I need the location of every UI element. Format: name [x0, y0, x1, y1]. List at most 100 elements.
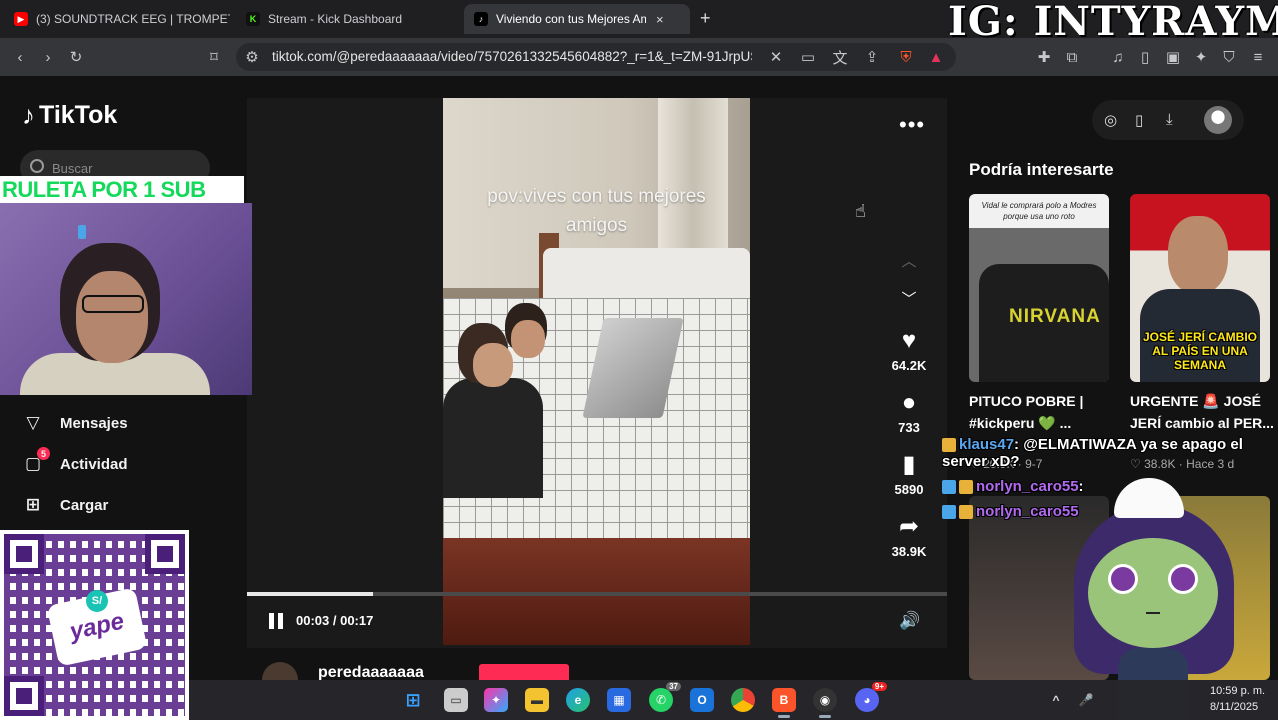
bookmark-button[interactable]: ▮ 5890	[885, 450, 933, 497]
profile-avatar[interactable]	[1204, 106, 1232, 134]
download-icon[interactable]: ⤓	[1166, 111, 1173, 128]
back-icon[interactable]: ‹	[10, 47, 30, 67]
url-text: tiktok.com/@peredaaaaaaa/video/757026133…	[272, 49, 752, 64]
file-explorer-icon[interactable]: ▬	[525, 688, 549, 712]
webcam-glasses	[82, 295, 144, 313]
wallet-icon[interactable]: ▣	[1163, 47, 1183, 67]
send-icon: ▽	[26, 413, 40, 432]
crown-badge-icon	[959, 479, 973, 494]
obs-icon[interactable]: ◉	[813, 688, 837, 718]
author-name[interactable]: peredaaaaaaa	[318, 664, 424, 680]
bookmark-page-icon[interactable]: ⌑	[204, 47, 224, 67]
forward-icon[interactable]: ›	[38, 47, 58, 67]
suggestion-thumbnail[interactable]: JOSÉ JERÍ CAMBIO AL PAÍS EN UNA SEMANA	[1130, 194, 1270, 382]
suggestion-thumbnail[interactable]: Vidal le comprará polo a Modres porque u…	[969, 194, 1109, 382]
bookmark-count: 5890	[894, 482, 924, 497]
video-frame[interactable]: pov:vives con tus mejores amigos	[443, 98, 750, 645]
like-button[interactable]: ♥ 64.2K	[885, 326, 933, 373]
new-tab-button[interactable]: +	[700, 8, 711, 29]
qr-finder	[4, 676, 44, 716]
active-indicator	[819, 715, 831, 718]
translate-off-icon[interactable]: ✕	[766, 47, 786, 67]
more-options-icon[interactable]: •••	[899, 112, 925, 138]
close-tab-icon[interactable]: ×	[656, 12, 664, 27]
tab-tiktok[interactable]: ♪ Viviendo con tus Mejores Am ×	[464, 4, 690, 34]
video-progress-bar[interactable]	[247, 592, 947, 596]
thumbnail-text: Vidal le comprará polo a Modres porque u…	[981, 201, 1097, 221]
brave-rewards-icon[interactable]: ▲	[926, 47, 946, 67]
extensions-icon[interactable]: ✚	[1034, 47, 1054, 67]
show-hidden-icons[interactable]: ^	[1044, 688, 1068, 712]
menu-icon[interactable]: ≡	[1248, 47, 1268, 67]
comment-button[interactable]: ● 733	[885, 388, 933, 435]
nav-mensajes[interactable]: ▽ Mensajes	[22, 412, 127, 434]
pause-button[interactable]	[269, 613, 287, 629]
kick-icon: K	[246, 12, 260, 26]
tab-youtube[interactable]: ▶ (3) SOUNDTRACK EEG | TROMPETAS	[4, 4, 230, 34]
webcam-phone	[78, 225, 86, 239]
cast-icon[interactable]: ▭	[798, 47, 818, 67]
tab-kick[interactable]: K Stream - Kick Dashboard	[236, 4, 462, 34]
store-icon[interactable]: ▦	[607, 688, 631, 712]
address-bar[interactable]: ⚙ tiktok.com/@peredaaaaaaa/video/7570261…	[236, 43, 956, 71]
tiktok-logo[interactable]: ♪ TikTok	[22, 100, 117, 131]
suggestion-caption[interactable]: URGENTE 🚨 JOSÉ JERÍ cambio al PER...	[1130, 390, 1275, 434]
copilot-icon[interactable]: ✦	[484, 688, 508, 712]
sword-badge-icon	[942, 504, 956, 519]
leo-icon[interactable]: ✦	[1191, 47, 1211, 67]
nav-actividad[interactable]: ▢ 5 Actividad	[22, 447, 128, 475]
caption-line: #kickperu 💚 ...	[969, 415, 1072, 431]
microphone-icon[interactable]: 🎤	[1074, 688, 1098, 712]
youtube-icon: ▶	[14, 12, 28, 26]
chat-text: : @ELMATIWAZA ya se apago el	[1014, 436, 1243, 453]
suggestion-caption[interactable]: PITUCO POBRE | #kickperu 💚 ...	[969, 390, 1114, 434]
qr-finder	[4, 534, 44, 574]
yape-qr-code: yape S/	[0, 530, 189, 720]
discord-icon[interactable]: ◕ 9+	[855, 682, 887, 712]
previous-video-icon[interactable]: ︿	[899, 250, 919, 271]
reload-icon[interactable]: ↻	[66, 47, 86, 67]
webcam-face	[76, 271, 148, 363]
discord-badge: 9+	[871, 682, 887, 691]
sidebar-icon[interactable]: ▯	[1135, 47, 1155, 67]
author-avatar[interactable]	[262, 662, 298, 680]
next-video-icon[interactable]: ﹀	[899, 288, 919, 309]
site-settings-icon[interactable]: ⚙	[242, 47, 262, 67]
vpn-icon[interactable]: ⛉	[1219, 47, 1239, 67]
media-icon[interactable]: ♫	[1108, 47, 1128, 67]
video-time: 00:03 / 00:17	[296, 613, 374, 628]
vtuber-mouth	[1146, 606, 1160, 614]
video-scene-person	[473, 343, 513, 387]
share-button[interactable]: ➦ 38.9K	[885, 512, 933, 559]
active-indicator	[778, 715, 790, 718]
share-page-icon[interactable]: ⇪	[862, 47, 882, 67]
coins-icon[interactable]: ◎	[1104, 111, 1117, 129]
nav-cargar[interactable]: ⊞ Cargar	[22, 494, 108, 516]
mobile-icon[interactable]: ▯	[1135, 111, 1143, 129]
search-placeholder: Buscar	[52, 160, 93, 176]
chrome-icon[interactable]	[731, 688, 755, 712]
start-icon[interactable]: ⊞	[401, 688, 425, 712]
author-row: peredaaaaaaa	[262, 662, 582, 680]
screenshot-icon[interactable]: ⧉	[1062, 47, 1082, 67]
task-view-icon[interactable]: ▭	[444, 688, 468, 712]
video-player[interactable]: pov:vives con tus mejores amigos ••• ☝ ︿…	[247, 98, 947, 648]
brave-shield-icon[interactable]: ⛨	[896, 47, 916, 67]
ruleta-overlay: RULETA POR 1 SUB	[0, 176, 244, 203]
comment-count: 733	[898, 420, 920, 435]
outlook-icon[interactable]: O	[690, 688, 714, 712]
edge-icon[interactable]: e	[566, 688, 590, 712]
brave-icon[interactable]: B	[772, 688, 796, 718]
whatsapp-icon[interactable]: ✆ 37	[649, 682, 681, 712]
volume-icon[interactable]: 🔊	[899, 611, 920, 631]
webcam-overlay	[0, 203, 252, 395]
video-caption: pov:vives con tus mejores amigos	[443, 182, 750, 240]
suggestions-title: Podría interesarte	[969, 160, 1114, 179]
search-icon	[30, 159, 44, 173]
video-progress-fill	[247, 592, 373, 596]
translate-icon[interactable]: 文	[830, 47, 850, 67]
system-clock[interactable]: 10:59 p. m. 8/11/2025	[1210, 683, 1265, 715]
follow-button[interactable]	[479, 664, 569, 680]
chat-username: klaus47	[959, 436, 1015, 453]
sword-badge-icon	[942, 479, 956, 494]
